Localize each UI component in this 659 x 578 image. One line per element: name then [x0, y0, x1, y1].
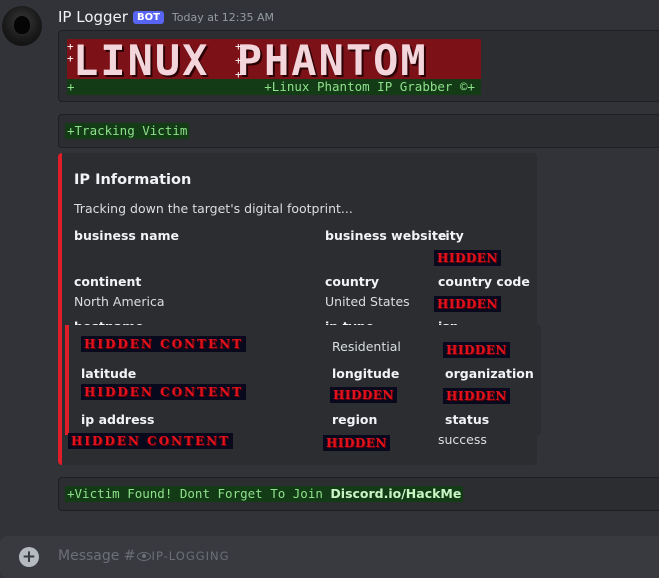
field-value-country: United States	[325, 294, 410, 309]
field-name-latitude: latitude	[81, 366, 137, 381]
banner-plus-marks: + + + + +	[67, 39, 481, 79]
add-attachment-button[interactable]: +	[19, 547, 39, 567]
field-name-region: region	[332, 412, 378, 427]
username[interactable]: IP Logger	[58, 8, 128, 26]
found-line: +Victim Found! Dont Forget To Join Disco…	[65, 486, 464, 502]
field-value-region: HIDDEN	[323, 435, 390, 451]
embed-title: IP Information	[74, 172, 192, 188]
message-timestamp[interactable]: Today at 12:35 AM	[172, 11, 274, 24]
field-value-city: HIDDEN	[434, 250, 501, 266]
banner-plus: +	[235, 40, 242, 53]
field-name-ip-address: ip address	[81, 412, 155, 427]
ip-info-embed: IP Information Tracking down the target'…	[58, 153, 541, 465]
message-input[interactable]: Message # IP-LOGGING	[58, 548, 230, 564]
placeholder-prefix: Message #	[58, 548, 136, 564]
message-header: IP Logger BOT Today at 12:35 AM	[58, 6, 274, 28]
field-name-business-name: business name	[74, 228, 180, 243]
field-value-continent: North America	[74, 294, 165, 309]
banner-plus: +	[67, 40, 74, 53]
field-name-continent: continent	[74, 274, 142, 289]
banner-footer-plus: +	[67, 79, 75, 94]
banner-plus: +	[235, 68, 242, 79]
bot-badge: BOT	[132, 10, 164, 24]
embed-inner-panel: HIDDEN CONTENT Residential HIDDEN latitu…	[65, 325, 541, 435]
banner-footer: + +Linux Phantom IP Grabber ©+	[67, 79, 481, 95]
field-value-organization: HIDDEN	[443, 388, 510, 404]
tracking-codeblock: +Tracking Victim	[58, 114, 659, 148]
field-value-hostname: HIDDEN CONTENT	[81, 336, 247, 352]
banner-footer-text: +Linux Phantom IP Grabber ©+	[264, 79, 475, 94]
channel-name: IP-LOGGING	[151, 549, 230, 563]
field-value-ip-address: HIDDEN CONTENT	[68, 433, 234, 449]
field-name-country-code: country code	[438, 274, 530, 289]
found-codeblock: +Victim Found! Dont Forget To Join Disco…	[58, 477, 659, 511]
embed-description: Tracking down the target's digital footp…	[74, 201, 353, 216]
field-name-country: country	[325, 274, 380, 289]
banner-plus: +	[67, 52, 74, 65]
banner-plus: +	[235, 54, 242, 67]
hooded-figure-icon	[14, 16, 30, 34]
invite-link[interactable]: Discord.io/HackMe	[330, 486, 461, 501]
tracking-text: +Tracking Victim	[65, 123, 190, 139]
eye-icon	[136, 551, 151, 561]
field-name-business-website: business website	[325, 228, 447, 243]
field-name-organization: organization	[445, 366, 534, 381]
field-value-longitude: HIDDEN	[330, 387, 397, 403]
field-name-longitude: longitude	[332, 366, 400, 381]
field-value-latitude: HIDDEN CONTENT	[81, 384, 247, 400]
message-composer[interactable]: + Message # IP-LOGGING	[0, 536, 659, 578]
found-text: +Victim Found! Dont Forget To Join	[67, 486, 331, 501]
field-value-country-code: HIDDEN	[434, 296, 501, 312]
field-name-status: status	[445, 412, 490, 427]
field-value-isp: HIDDEN	[443, 342, 510, 358]
avatar[interactable]	[2, 6, 42, 46]
banner-art-box: LINUX PHANTOM + + + + +	[67, 39, 481, 79]
banner-codeblock: LINUX PHANTOM + + + + + + +Linux Phantom…	[58, 30, 659, 102]
field-value-status: success	[438, 432, 487, 447]
field-value-ip-type: Residential	[332, 339, 401, 354]
field-name-city: city	[438, 228, 464, 243]
